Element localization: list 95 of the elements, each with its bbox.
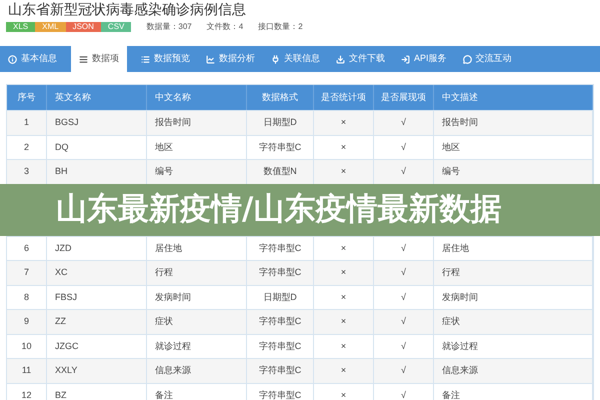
table-cell: 12 (21, 388, 32, 400)
format-tag[interactable]: JSON (66, 22, 101, 32)
table-cell-text: 就诊过程 (442, 340, 478, 352)
table-cell-text: 居住地 (442, 242, 469, 254)
table-cell-text: × (340, 364, 346, 377)
table-cell-text: 编号 (442, 165, 460, 178)
format-tag[interactable]: XLS (6, 22, 36, 32)
table-cell-text: × (340, 140, 346, 154)
tab[interactable]: 数据项 (71, 46, 127, 72)
table-cell-text: 地区 (155, 140, 173, 154)
stat-text: 数据量：307 (146, 21, 192, 33)
table-cell-text: 2 (24, 140, 29, 154)
table-cell-text: √ (401, 364, 406, 377)
table-cell-text: 信息来源 (155, 364, 191, 377)
info-icon (8, 54, 17, 64)
table-cell-text: × (340, 116, 346, 129)
table-cell-text: XC (55, 266, 68, 279)
format-tag[interactable]: XML (35, 22, 66, 32)
table-cell: DQ (55, 140, 68, 154)
table-cell-text: 行程 (442, 266, 460, 279)
table-cell: 字符串型C (258, 388, 302, 400)
table-cell-text: √ (401, 242, 406, 254)
stat-text: 接口数量：2 (258, 21, 303, 33)
table-cell-text: 就诊过程 (155, 340, 191, 352)
list-icon (141, 54, 150, 64)
table-cell-text: 症状 (155, 315, 173, 328)
table-cell-text: √ (401, 266, 406, 279)
table-cell: BZ (55, 388, 67, 400)
table-cell-text: 6 (24, 242, 29, 254)
table-cell-text: 报告时间 (155, 116, 191, 129)
table-cell-text: XXLY (55, 364, 78, 377)
table-cell-text: BH (55, 165, 68, 178)
table-cell-text: √ (401, 116, 406, 129)
table-cell-text: 11 (22, 364, 32, 377)
table-cell-text: 字符串型C (258, 315, 302, 328)
table-cell-text: 症状 (442, 315, 460, 328)
table-cell-text: × (340, 315, 346, 328)
line-chart-icon (206, 54, 215, 64)
table-cell-text: × (340, 165, 346, 178)
table-cell-text: 居住地 (155, 242, 182, 254)
table-cell: √ (401, 388, 406, 400)
table-cell-text: ZZ (55, 315, 66, 328)
chat-icon (462, 54, 472, 64)
tab[interactable]: 交流互动 (454, 46, 520, 72)
table-cell-text: √ (401, 165, 406, 178)
table-cell-text: 9 (24, 315, 29, 328)
table-cell-text: 字符串型C (258, 140, 302, 154)
overlay-title: 山东最新疫情/山东疫情最新数据 (56, 190, 502, 230)
table-cell-text: 8 (24, 290, 29, 304)
table-cell-text: 日期型D (263, 290, 297, 304)
table-cell-text: 报告时间 (442, 116, 478, 129)
stat-text: 文件数：4 (206, 21, 244, 33)
table-cell-text: 字符串型C (258, 242, 302, 254)
menu-icon (79, 54, 88, 64)
enter-icon (401, 54, 410, 64)
table-cell-text: √ (401, 290, 406, 304)
table-cell-text: JZD (55, 242, 72, 254)
table-cell-text: 发病时间 (155, 290, 191, 304)
table-cell-text: FBSJ (55, 290, 78, 304)
table-cell-text: 行程 (155, 266, 173, 279)
table-cell-text: × (340, 266, 346, 279)
tab[interactable]: 关联信息 (263, 46, 328, 72)
table-cell-text: JZGC (55, 340, 78, 352)
table-cell-text: 地区 (442, 140, 460, 154)
page-title: 山东省新型冠状病毒感染确诊病例信息 (8, 2, 246, 18)
table-cell-text: 10 (21, 340, 32, 352)
tab[interactable]: 文件下载 (328, 46, 393, 72)
table-cell-text: BGSJ (55, 116, 79, 129)
table-cell-text: × (340, 242, 346, 254)
download-icon (336, 54, 345, 64)
tab[interactable]: API服务 (393, 46, 455, 72)
table-cell-text: 3 (24, 165, 29, 178)
table-cell: 备注 (442, 388, 460, 400)
table-cell-text: 日期型D (263, 116, 297, 129)
table-cell-text: × (340, 290, 346, 304)
table-cell-text: 1 (24, 116, 29, 129)
tab[interactable]: 基本信息 (0, 46, 65, 72)
table-cell: × (340, 388, 346, 400)
table-cell: 备注 (155, 388, 173, 400)
table-cell-text: 7 (24, 266, 29, 279)
table-cell-text: √ (401, 315, 406, 328)
table-cell-text: 字符串型C (258, 364, 302, 377)
table-cell-text: 发病时间 (442, 290, 478, 304)
format-tag[interactable]: CSV (100, 22, 132, 32)
tab[interactable]: 数据分析 (198, 46, 263, 72)
table-cell-text: √ (401, 340, 406, 352)
table-cell-text: √ (401, 140, 406, 154)
table-cell-text: 字符串型C (258, 266, 302, 279)
table-cell-text: 数值型N (263, 165, 297, 178)
table-cell-text: 字符串型C (258, 340, 302, 352)
table-cell-text: 编号 (155, 165, 173, 178)
table-cell-text: 信息来源 (442, 364, 478, 377)
table-cell-text: × (340, 340, 346, 352)
plug-icon (271, 54, 280, 64)
tab[interactable]: 数据预览 (133, 46, 198, 72)
